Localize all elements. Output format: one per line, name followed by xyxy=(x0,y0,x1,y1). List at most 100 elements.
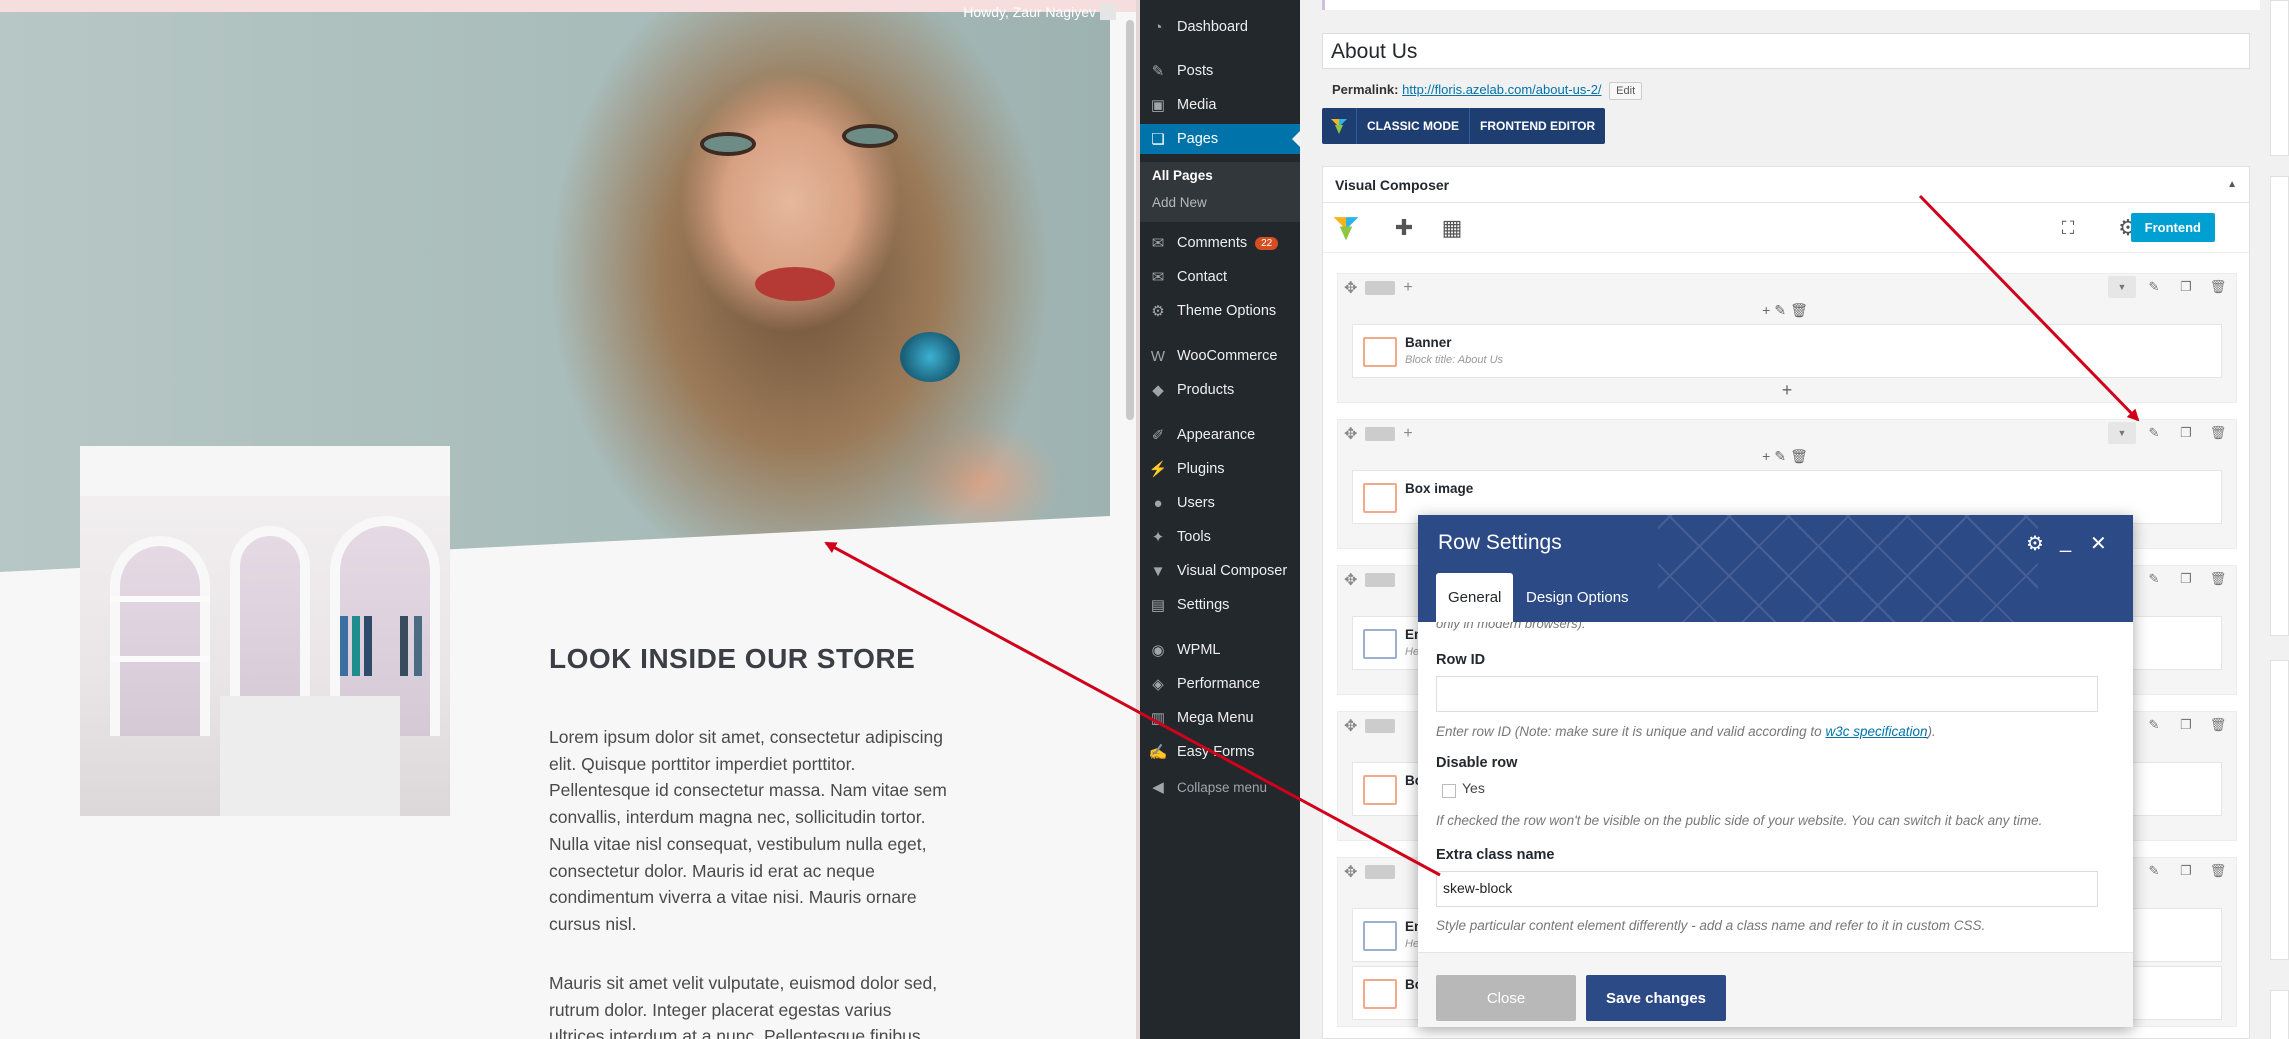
menu-item-wpml[interactable]: ◉ WPML xyxy=(1140,635,1300,665)
modal-header[interactable]: Row Settings ⚙ _ ✕ General Design Option… xyxy=(1418,515,2133,622)
delete-row-icon[interactable]: 🗑 xyxy=(2204,860,2232,882)
edit-row-icon[interactable]: ✎ xyxy=(2140,714,2168,736)
row-layout-icon[interactable] xyxy=(1365,719,1396,733)
close-icon[interactable]: ✕ xyxy=(2090,531,2107,556)
permalink-edit-button[interactable]: Edit xyxy=(1609,82,1643,100)
menu-item-comments[interactable]: ✉ Comments 22 xyxy=(1140,228,1300,258)
row-layout-icon[interactable] xyxy=(1365,865,1396,879)
menu-item-contact[interactable]: ✉ Contact xyxy=(1140,262,1300,292)
howdy-text[interactable]: Howdy, Zaur Nagiyev xyxy=(963,4,1096,20)
menu-item-pages[interactable]: ❏ Pages xyxy=(1140,124,1300,154)
add-element-icon[interactable]: ✚ xyxy=(1389,213,1419,243)
attributes-box-edge xyxy=(2270,176,2289,636)
close-button[interactable]: Close xyxy=(1436,975,1576,1021)
row-toggle-icon[interactable]: ▼ xyxy=(2108,422,2136,444)
user-icon: ● xyxy=(1153,494,1163,512)
permalink-link[interactable]: http://floris.azelab.com/about-us-2/ xyxy=(1402,82,1601,97)
edit-row-icon[interactable]: ✎ xyxy=(2140,422,2168,444)
column-controls[interactable]: +✎🗑 xyxy=(1338,302,2236,319)
delete-row-icon[interactable]: 🗑 xyxy=(2204,422,2232,444)
avatar[interactable] xyxy=(1100,4,1116,20)
row-controls-left: ✥ xyxy=(1344,862,1396,882)
tab-design-options[interactable]: Design Options xyxy=(1526,573,1629,622)
frontend-button[interactable]: Frontend xyxy=(2130,213,2215,242)
row-toggle-icon[interactable]: ▼ xyxy=(2108,276,2136,298)
templates-icon[interactable]: ▦ xyxy=(1437,213,1467,243)
minimize-icon[interactable]: _ xyxy=(2060,531,2071,554)
hero-earring xyxy=(900,332,960,382)
menu-item-media[interactable]: ▣ Media xyxy=(1140,90,1300,120)
preview-scrollbar[interactable] xyxy=(1126,20,1134,420)
extra-class-input[interactable]: skew-block xyxy=(1436,871,2098,907)
delete-row-icon[interactable]: 🗑 xyxy=(2204,568,2232,590)
save-changes-button[interactable]: Save changes xyxy=(1586,975,1726,1021)
edit-row-icon[interactable]: ✎ xyxy=(2140,860,2168,882)
clone-row-icon[interactable]: ❐ xyxy=(2172,568,2200,590)
menu-item-tools[interactable]: ✦ Tools xyxy=(1140,522,1300,552)
menu-item-users[interactable]: ● Users xyxy=(1140,488,1300,518)
column-controls[interactable]: +✎🗑 xyxy=(1338,448,2236,465)
featured-box-edge xyxy=(2270,660,2289,960)
menu-item-theme-options[interactable]: ⚙ Theme Options xyxy=(1140,296,1300,326)
add-column-icon[interactable]: + xyxy=(1403,279,1412,297)
vc-header[interactable]: Visual Composer ▲ xyxy=(1323,167,2249,203)
menu-item-easy-forms[interactable]: ✍ Easy Forms xyxy=(1140,737,1300,767)
vc-row[interactable]: ✥ + ▼ ✎ ❐ 🗑 +✎🗑 Banner Block title: About Us… xyxy=(1337,273,2237,403)
row-id-input[interactable] xyxy=(1436,676,2098,712)
menu-item-label: Products xyxy=(1177,382,1235,398)
menu-item-plugins[interactable]: ⚡ Plugins xyxy=(1140,454,1300,484)
title-input[interactable]: About Us xyxy=(1322,33,2250,69)
move-row-icon[interactable]: ✥ xyxy=(1344,862,1357,882)
menu-item-woocommerce[interactable]: W WooCommerce xyxy=(1140,341,1300,371)
plug-icon: ⚡ xyxy=(1148,461,1168,478)
clone-row-icon[interactable]: ❐ xyxy=(2172,422,2200,444)
paragraph-line: Pellentesque id consectetur massa. Nam v… xyxy=(549,780,947,801)
menu-item-posts[interactable]: ✎ Posts xyxy=(1140,56,1300,86)
row-layout-icon[interactable] xyxy=(1365,427,1396,441)
move-row-icon[interactable]: ✥ xyxy=(1344,424,1357,444)
collapse-menu[interactable]: ◀ Collapse menu xyxy=(1140,772,1300,802)
move-row-icon[interactable]: ✥ xyxy=(1344,570,1357,590)
gear-icon: ⚙ xyxy=(1151,303,1165,320)
clone-row-icon[interactable]: ❐ xyxy=(2172,714,2200,736)
submenu-all-pages[interactable]: All Pages xyxy=(1152,168,1213,183)
clone-row-icon[interactable]: ❐ xyxy=(2172,860,2200,882)
row-layout-icon[interactable] xyxy=(1365,281,1396,295)
modal-title: Row Settings xyxy=(1438,531,1562,554)
frontend-preview: Howdy, Zaur Nagiyev LOOK INSIDE OUR STOR… xyxy=(0,0,1140,1039)
menu-item-mega-menu[interactable]: ▥ Mega Menu xyxy=(1140,703,1300,733)
menu-item-visual-composer[interactable]: ▼ Visual Composer xyxy=(1140,556,1300,586)
add-element-plus-icon[interactable]: + xyxy=(1338,380,2236,401)
classic-mode-button[interactable]: CLASSIC MODE xyxy=(1356,108,1469,144)
hero-lips xyxy=(755,267,835,301)
clone-row-icon[interactable]: ❐ xyxy=(2172,276,2200,298)
comment-icon: ✉ xyxy=(1151,235,1165,252)
move-row-icon[interactable]: ✥ xyxy=(1344,716,1357,736)
menu-item-dashboard[interactable]: ◔ Dashboard xyxy=(1140,12,1300,42)
add-column-icon[interactable]: + xyxy=(1403,425,1412,443)
menu-item-settings[interactable]: ▤ Settings xyxy=(1140,590,1300,620)
disable-row-yes-label[interactable]: Yes xyxy=(1462,780,1485,796)
row-layout-icon[interactable] xyxy=(1365,573,1396,587)
menu-item-appearance[interactable]: ✐ Appearance xyxy=(1140,420,1300,450)
fullscreen-icon[interactable]: ⛶ xyxy=(2053,213,2083,243)
move-row-icon[interactable]: ✥ xyxy=(1344,278,1357,298)
vc-logo-icon[interactable] xyxy=(1331,213,1361,243)
banner-element[interactable]: Banner Block title: About Us xyxy=(1352,324,2222,378)
edit-row-icon[interactable]: ✎ xyxy=(2140,276,2168,298)
modal-gear-icon[interactable]: ⚙ xyxy=(2026,531,2044,556)
submenu-add-new[interactable]: Add New xyxy=(1152,195,1207,210)
element-subtitle: He xyxy=(1405,938,1420,950)
frontend-editor-button[interactable]: FRONTEND EDITOR xyxy=(1469,108,1605,144)
vc-icon: ▼ xyxy=(1150,562,1166,580)
menu-item-products[interactable]: ◆ Products xyxy=(1140,375,1300,405)
edit-row-icon[interactable]: ✎ xyxy=(2140,568,2168,590)
menu-item-label: Comments xyxy=(1177,235,1248,251)
delete-row-icon[interactable]: 🗑 xyxy=(2204,276,2232,298)
disable-row-checkbox[interactable] xyxy=(1442,784,1456,798)
w3c-link[interactable]: w3c specification xyxy=(1825,724,1927,739)
collapse-caret-icon[interactable]: ▲ xyxy=(2227,179,2237,190)
tab-general[interactable]: General xyxy=(1436,573,1514,622)
delete-row-icon[interactable]: 🗑 xyxy=(2204,714,2232,736)
menu-item-performance[interactable]: ◈ Performance xyxy=(1140,669,1300,699)
